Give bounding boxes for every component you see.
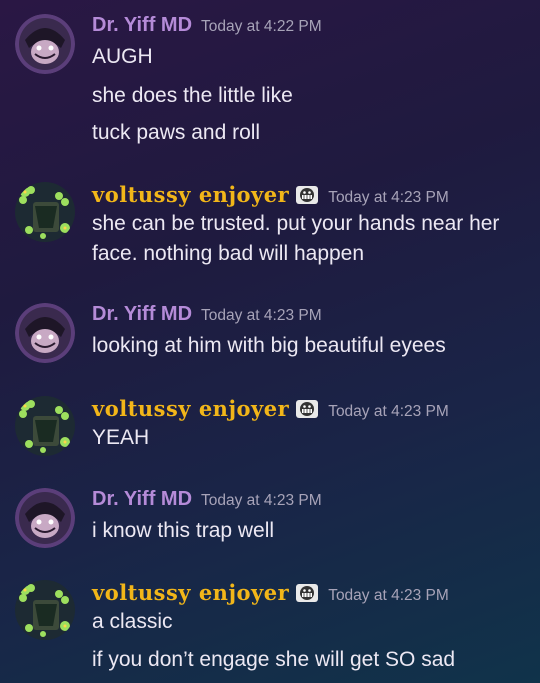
username[interactable]: voltussy enjoyer: [92, 580, 289, 605]
message-text: AUGH: [92, 45, 153, 68]
message-text: she does the little like: [92, 84, 293, 107]
timestamp: Today at 4:23 PM: [328, 403, 449, 420]
clover-plant-avatar[interactable]: [15, 182, 75, 242]
username[interactable]: Dr. Yiff MD: [92, 488, 192, 510]
message-header: Dr. Yiff MD Today at 4:23 PM: [92, 303, 322, 333]
message-text: i know this trap well: [92, 519, 275, 542]
username[interactable]: voltussy enjoyer: [92, 182, 289, 207]
purple-portrait-avatar[interactable]: [15, 14, 75, 74]
message-header: voltussy enjoyer Today at 4:23 PM: [92, 182, 449, 212]
message-text: YEAH: [92, 426, 150, 449]
chat-log: Dr. Yiff MD Today at 4:22 PM AUGH she doe…: [0, 0, 540, 683]
clover-plant-avatar[interactable]: [15, 580, 75, 640]
message-header: Dr. Yiff MD Today at 4:22 PM: [92, 14, 322, 44]
message-text: a classic: [92, 610, 173, 633]
skull-grin-badge-icon: [295, 185, 319, 205]
message-text: if you don’t engage she will get SO sad: [92, 648, 456, 671]
clover-plant-avatar[interactable]: [15, 396, 75, 456]
skull-grin-badge-icon: [295, 583, 319, 603]
timestamp: Today at 4:22 PM: [201, 18, 322, 35]
username[interactable]: voltussy enjoyer: [92, 396, 289, 421]
timestamp: Today at 4:23 PM: [328, 189, 449, 206]
purple-portrait-avatar[interactable]: [15, 303, 75, 363]
message-text: she can be trusted. put your hands near …: [92, 212, 500, 235]
message-header: Dr. Yiff MD Today at 4:23 PM: [92, 488, 322, 518]
timestamp: Today at 4:23 PM: [328, 587, 449, 604]
username[interactable]: Dr. Yiff MD: [92, 303, 192, 325]
skull-grin-badge-icon: [295, 399, 319, 419]
purple-portrait-avatar[interactable]: [15, 488, 75, 548]
timestamp: Today at 4:23 PM: [201, 492, 322, 509]
username[interactable]: Dr. Yiff MD: [92, 14, 192, 36]
message-header: voltussy enjoyer Today at 4:23 PM: [92, 396, 449, 426]
timestamp: Today at 4:23 PM: [201, 307, 322, 324]
message-header: voltussy enjoyer Today at 4:23 PM: [92, 580, 449, 610]
message-text: looking at him with big beautiful eyees: [92, 334, 446, 357]
message-text: face. nothing bad will happen: [92, 242, 365, 265]
message-text: tuck paws and roll: [92, 121, 261, 144]
